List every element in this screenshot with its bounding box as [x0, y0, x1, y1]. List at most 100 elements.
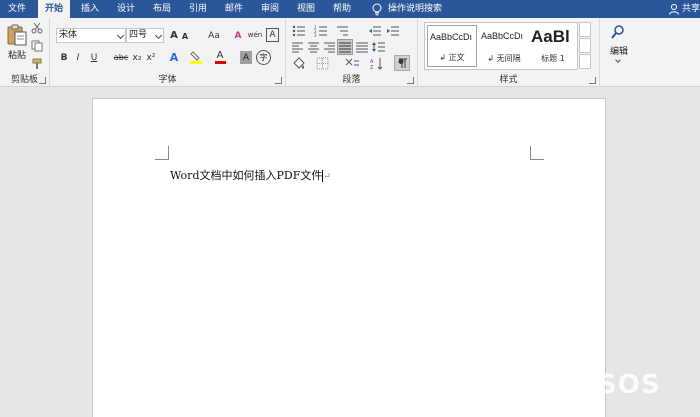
- magnifier-icon: [611, 25, 624, 39]
- bold-button[interactable]: B: [58, 50, 70, 65]
- ribbon-tab-bar: 文件 开始 插入 设计 布局 引用 邮件 审阅 视图 帮助 操作说明搜索 共享: [0, 0, 700, 18]
- paragraph-dialog-launcher[interactable]: [407, 77, 414, 84]
- increase-indent-icon[interactable]: [386, 25, 400, 37]
- clear-formatting-button[interactable]: A: [231, 28, 245, 43]
- style-no-spacing[interactable]: AaBbCcDı ↲ 无间隔: [479, 25, 529, 67]
- style-heading-1-name: 标题 1: [541, 54, 565, 63]
- distributed-icon[interactable]: [356, 41, 368, 53]
- cut-icon[interactable]: [31, 22, 43, 34]
- chinese-layout-icon[interactable]: [344, 57, 360, 70]
- tab-view[interactable]: 视图: [290, 0, 322, 18]
- copy-icon[interactable]: [31, 40, 43, 52]
- grow-font-button[interactable]: A: [168, 28, 180, 43]
- paragraph-mark: ↵: [323, 172, 331, 182]
- text-effects-button[interactable]: A: [167, 50, 181, 65]
- share-label: 共享: [682, 4, 700, 14]
- tab-references[interactable]: 引用: [182, 0, 214, 18]
- font-color-swatch: [214, 61, 226, 64]
- highlighter-icon: [190, 51, 202, 64]
- font-color-button[interactable]: A: [213, 50, 227, 65]
- user-icon: [669, 4, 679, 15]
- style-normal-name: ↲ 正文: [439, 53, 465, 62]
- multilevel-list-icon[interactable]: [336, 25, 354, 37]
- lightbulb-icon: [372, 3, 382, 16]
- strikethrough-button[interactable]: abc: [112, 50, 130, 65]
- styles-group-label: 样式: [499, 75, 518, 85]
- change-case-button[interactable]: Aa: [203, 28, 225, 43]
- align-center-icon[interactable]: [308, 41, 320, 53]
- document-text[interactable]: Word文档中如何插入PDF文件↵: [170, 167, 331, 183]
- tab-design[interactable]: 设计: [110, 0, 142, 18]
- character-border-button[interactable]: A: [266, 28, 279, 42]
- document-line: Word文档中如何插入PDF文件: [170, 169, 323, 182]
- change-case-label: Aa: [208, 30, 220, 41]
- group-clipboard: 粘贴 剪贴板: [0, 18, 50, 87]
- superscript-button[interactable]: x²: [144, 50, 158, 65]
- justify-icon: [339, 42, 351, 53]
- gallery-scroll-down[interactable]: [579, 38, 591, 53]
- watermark-logo-icon: [509, 367, 539, 397]
- styles-gallery-scroll: [579, 22, 591, 70]
- align-right-icon[interactable]: [324, 41, 336, 53]
- tab-help[interactable]: 帮助: [326, 0, 358, 18]
- enclose-characters-button[interactable]: 字: [256, 50, 271, 65]
- tab-insert[interactable]: 插入: [74, 0, 106, 18]
- font-name-value: 宋体: [59, 30, 78, 40]
- format-painter-icon[interactable]: [31, 58, 43, 70]
- style-heading-1-sample: AaBl: [531, 27, 570, 46]
- margin-corner-top-left: [155, 146, 169, 160]
- clipboard-dialog-launcher[interactable]: [39, 77, 46, 84]
- tab-layout[interactable]: 布局: [146, 0, 178, 18]
- borders-icon[interactable]: [316, 57, 329, 70]
- tab-home[interactable]: 开始: [38, 0, 70, 18]
- bullets-icon[interactable]: [292, 25, 310, 37]
- ribbon: 粘贴 剪贴板 宋体 四号 A A Aa A wén A B I U abc x₂: [0, 18, 700, 87]
- font-dialog-launcher[interactable]: [275, 77, 282, 84]
- decrease-indent-icon[interactable]: [368, 25, 382, 37]
- font-size-value: 四号: [129, 30, 148, 40]
- phonetic-guide-button[interactable]: wén: [247, 27, 263, 43]
- font-color-label: A: [216, 50, 224, 61]
- highlight-button[interactable]: [189, 50, 205, 65]
- align-left-icon[interactable]: [292, 41, 304, 53]
- styles-gallery: AaBbCcDı ↲ 正文 AaBbCcDı ↲ 无间隔 AaBl 标题 1: [424, 22, 578, 70]
- watermark: 软件SOS: [508, 362, 661, 402]
- tab-review[interactable]: 审阅: [254, 0, 286, 18]
- character-shading-button[interactable]: A: [240, 51, 252, 64]
- shading-icon[interactable]: [292, 57, 306, 70]
- italic-button[interactable]: I: [72, 50, 84, 65]
- svg-text:3: 3: [314, 33, 317, 37]
- font-name-dropdown[interactable]: 宋体: [56, 28, 126, 43]
- sort-icon[interactable]: AZ: [370, 57, 384, 70]
- phonetic-label: wén: [247, 30, 263, 39]
- editing-label: 编辑: [609, 47, 628, 57]
- shrink-font-button[interactable]: A: [180, 30, 190, 43]
- paste-icon: [7, 24, 27, 46]
- editing-button[interactable]: 编辑: [606, 22, 632, 72]
- tell-me-search[interactable]: 操作说明搜索: [388, 0, 460, 18]
- justify-button[interactable]: [337, 39, 353, 55]
- paste-label: 粘贴: [7, 51, 26, 61]
- paragraph-group-label: 段落: [342, 75, 361, 85]
- style-normal-sample: AaBbCcDı: [430, 32, 473, 42]
- underline-button[interactable]: U: [88, 50, 100, 65]
- group-paragraph: 123 A Z 段落: [286, 18, 418, 87]
- show-formatting-marks-button[interactable]: [394, 55, 410, 71]
- font-size-dropdown[interactable]: 四号: [126, 28, 164, 43]
- numbering-icon[interactable]: 123: [314, 25, 332, 37]
- paragraph-mark-icon: [398, 58, 407, 68]
- group-editing: 编辑: [600, 18, 640, 87]
- tab-mailings[interactable]: 邮件: [218, 0, 250, 18]
- subscript-button[interactable]: x₂: [130, 50, 144, 65]
- svg-text:Z: Z: [370, 65, 374, 70]
- gallery-scroll-up[interactable]: [579, 22, 591, 37]
- line-spacing-icon[interactable]: [372, 41, 386, 53]
- style-normal[interactable]: AaBbCcDı ↲ 正文: [427, 25, 477, 67]
- styles-dialog-launcher[interactable]: [589, 77, 596, 84]
- watermark-text: 软件SOS: [544, 369, 661, 400]
- style-no-spacing-name: ↲ 无间隔: [487, 54, 521, 63]
- style-heading-1[interactable]: AaBl 标题 1: [529, 25, 577, 67]
- margin-corner-top-right: [530, 146, 544, 160]
- tab-file[interactable]: 文件: [0, 0, 34, 18]
- gallery-more[interactable]: [579, 54, 591, 69]
